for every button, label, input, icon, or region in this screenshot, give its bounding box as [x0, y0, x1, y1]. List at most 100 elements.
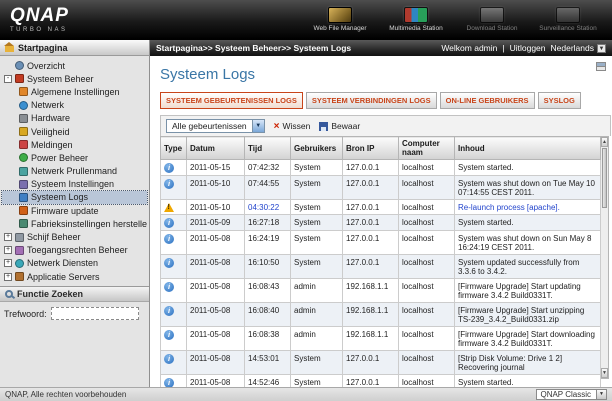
sidebar-item-applicatie-servers[interactable]: + Applicatie Servers	[2, 270, 147, 283]
sidebar-item-netwerk-diensten[interactable]: + Netwerk Diensten	[2, 257, 147, 270]
cell-type: i	[160, 302, 187, 327]
sidebar-item-systeem-logs[interactable]: Systeem Logs	[1, 189, 148, 206]
scroll-down-icon[interactable]: ▼	[601, 368, 608, 378]
access-rights-icon	[15, 245, 24, 255]
application-servers-icon	[15, 272, 24, 282]
sidebar-item-label: Netwerk Diensten	[27, 258, 99, 269]
event-filter-dropdown[interactable]: Alle gebeurtenissen ▼	[166, 119, 265, 133]
save-button[interactable]: Bewaar	[319, 121, 360, 131]
download-station-icon	[480, 7, 504, 23]
cell-gebruikers: admin	[290, 302, 343, 327]
save-disk-icon	[319, 121, 329, 131]
cell-tijd: 16:27:18	[244, 214, 291, 231]
sidebar-item-label: Hardware	[31, 113, 71, 124]
cell-bron-ip: 192.168.1.1	[342, 278, 399, 303]
sidebar-item-netwerk-prullenmand[interactable]: Netwerk Prullenmand	[2, 165, 147, 178]
column-header-type: Type	[160, 136, 187, 160]
chevron-down-icon: ▼	[597, 43, 606, 53]
keyword-input[interactable]	[50, 307, 139, 320]
log-row[interactable]: i 2011-05-08 16:08:43 admin 192.168.1.1 local…	[160, 278, 601, 303]
recycle-bin-icon	[19, 166, 28, 176]
logo-subtext: TURBO NAS	[10, 27, 68, 33]
sidebar-item-label: Systeem Instellingen	[31, 179, 115, 190]
cell-type: i	[160, 230, 187, 255]
cell-gebruikers: System	[290, 214, 343, 231]
surveillance-station-shortcut[interactable]: Surveillance Station	[532, 7, 604, 32]
log-table-wrap: Type Datum Tijd Gebruikers Bron IP Computer n…	[160, 136, 609, 387]
tab-systeem-gebeurtenissen-logs[interactable]: SYSTEEM GEBEURTENISSEN LOGS	[160, 92, 303, 109]
multimedia-station-shortcut[interactable]: Multimedia Station	[380, 7, 452, 32]
sidebar-item-veiligheid[interactable]: Veiligheid	[2, 125, 147, 138]
expand-node-icon[interactable]: +	[4, 233, 12, 242]
cell-tijd: 16:10:50	[244, 254, 291, 279]
cell-computer-naam: localhost	[398, 254, 455, 279]
cell-computer-naam: localhost	[398, 199, 455, 215]
log-row[interactable]: i 2011-05-10 07:44:55 System 127.0.0.1 localh…	[160, 175, 601, 200]
system-folder-icon	[15, 74, 24, 84]
expand-node-icon[interactable]: +	[4, 259, 12, 268]
log-row[interactable]: i 2011-05-08 16:24:19 System 127.0.0.1 localh…	[160, 230, 601, 255]
log-row[interactable]: i 2011-05-08 14:52:46 System 127.0.0.1 localh…	[160, 374, 601, 387]
language-select[interactable]: Nederlands ▼	[551, 43, 606, 53]
function-search-title: Functie Zoeken	[17, 289, 84, 299]
cell-gebruikers: System	[290, 199, 343, 215]
sidebar-item-label: Fabrieksinstellingen herstellen	[31, 218, 147, 229]
sidebar-item-hardware[interactable]: Hardware	[2, 112, 147, 125]
scroll-up-icon[interactable]: ▲	[601, 137, 608, 147]
table-scrollbar[interactable]: ▲ ▼	[601, 136, 609, 379]
scrollbar-track[interactable]	[601, 209, 608, 368]
cell-tijd: 16:08:40	[244, 302, 291, 327]
app-label: Download Station	[466, 25, 518, 32]
sidebar-item-power-beheer[interactable]: Power Beheer	[2, 151, 147, 164]
expand-node-icon[interactable]: +	[4, 272, 12, 281]
sidebar-tree: Overzicht - Systeem Beheer Algemene Instell…	[0, 56, 149, 286]
log-row[interactable]: i 2011-05-08 16:10:50 System 127.0.0.1 localh…	[160, 254, 601, 279]
clear-button[interactable]: × Wissen	[274, 121, 311, 131]
sidebar-item-firmware-update[interactable]: Firmware update	[2, 204, 147, 217]
sidebar-item-netwerk[interactable]: Netwerk	[2, 99, 147, 112]
sidebar-header[interactable]: Startpagina	[0, 40, 150, 56]
sidebar-item-schijf-beheer[interactable]: + Schijf Beheer	[2, 230, 147, 243]
download-station-shortcut[interactable]: Download Station	[456, 7, 528, 32]
sidebar-item-systeem-beheer[interactable]: - Systeem Beheer	[2, 72, 147, 85]
function-search-panel: Functie Zoeken Trefwoord:	[0, 286, 149, 325]
sidebar-item-overzicht[interactable]: Overzicht	[2, 59, 147, 72]
info-icon: i	[164, 233, 174, 244]
cell-computer-naam: localhost	[398, 326, 455, 351]
sidebar-item-toegangsrechten-beheer[interactable]: + Toegangsrechten Beheer	[2, 244, 147, 257]
overview-icon	[15, 61, 24, 71]
log-row[interactable]: 2011-05-1004:30:22System127.0.0.1localho…	[160, 199, 601, 215]
chevron-down-icon[interactable]: ▼	[251, 120, 264, 132]
sidebar-item-label: Schijf Beheer	[27, 232, 81, 243]
web-file-manager-shortcut[interactable]: Web File Manager	[304, 7, 376, 32]
log-row[interactable]: i 2011-05-15 07:42:32 System 127.0.0.1 localh…	[160, 159, 601, 176]
info-icon: i	[164, 281, 174, 292]
tab-syslog[interactable]: SYSLOG	[537, 92, 581, 109]
cell-computer-naam: localhost	[398, 175, 455, 200]
scrollbar-thumb[interactable]	[602, 148, 607, 208]
cell-inhoud: Re-launch process [apache].	[454, 199, 601, 215]
log-row[interactable]: i 2011-05-08 16:08:40 admin 192.168.1.1 local…	[160, 302, 601, 327]
sidebar-item-systeem-instellingen[interactable]: Systeem Instellingen	[2, 178, 147, 191]
sidebar-item-meldingen[interactable]: Meldingen	[2, 138, 147, 151]
app-shortcuts: Web File Manager Multimedia Station Down…	[304, 7, 604, 32]
sidebar-item-label: Overzicht	[27, 60, 66, 71]
log-row[interactable]: i 2011-05-09 16:27:18 System 127.0.0.1 localh…	[160, 214, 601, 231]
logout-link[interactable]: Uitloggen	[510, 43, 546, 53]
log-row[interactable]: i 2011-05-08 14:53:01 System 127.0.0.1 localh…	[160, 350, 601, 375]
sidebar-item-fabrieksinstellingen-herstellen[interactable]: Fabrieksinstellingen herstellen	[2, 217, 147, 230]
collapse-panel-icon[interactable]	[596, 62, 606, 71]
info-icon: i	[164, 329, 174, 340]
cell-gebruikers: System	[290, 374, 343, 387]
log-row[interactable]: i 2011-05-08 16:08:38 admin 192.168.1.1 local…	[160, 326, 601, 351]
theme-select[interactable]: QNAP Classic ▼	[536, 389, 607, 400]
collapse-node-icon[interactable]: -	[4, 74, 12, 83]
cell-computer-naam: localhost	[398, 350, 455, 375]
cell-tijd: 14:53:01	[244, 350, 291, 375]
tab-systeem-verbindingen-logs[interactable]: SYSTEEM VERBINDINGEN LOGS	[305, 92, 437, 109]
expand-node-icon[interactable]: +	[4, 246, 12, 255]
info-icon: i	[164, 178, 174, 189]
cell-computer-naam: localhost	[398, 278, 455, 303]
tab-online-gebruikers[interactable]: ON-LINE GEBRUIKERS	[439, 92, 535, 109]
sidebar-item-algemene-instellingen[interactable]: Algemene Instellingen	[2, 85, 147, 98]
